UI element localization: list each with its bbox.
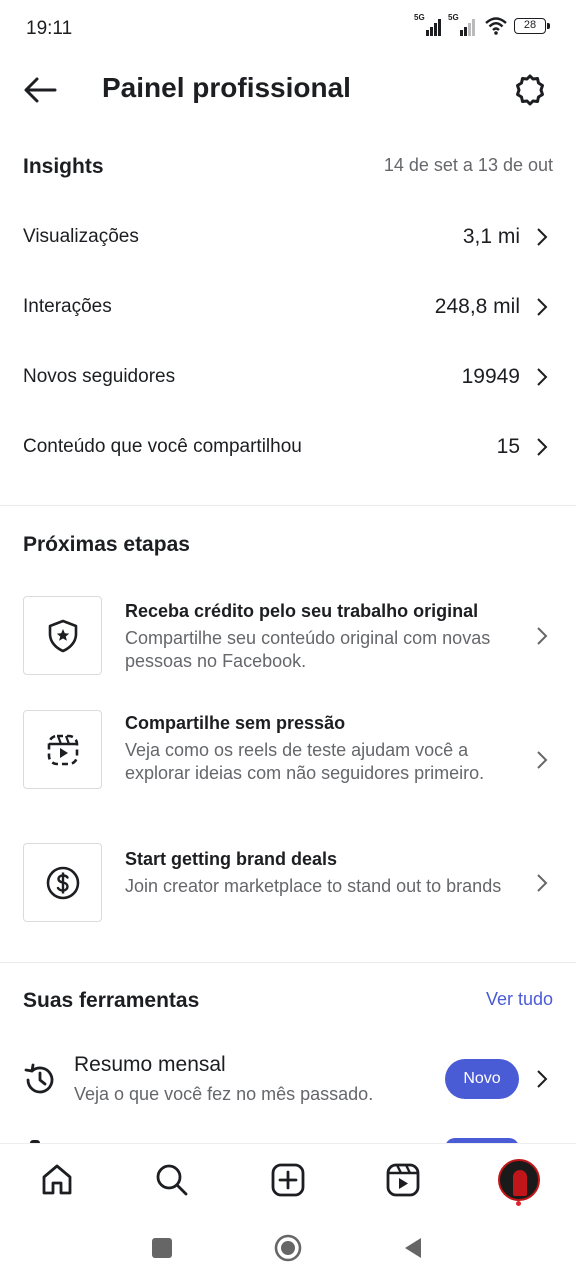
reels-icon [386,1163,420,1197]
step-description: Veja como os reels de teste ajudam você … [125,740,485,783]
home-icon [42,1164,72,1195]
chevron-right-icon [537,298,548,316]
date-range[interactable]: 14 de set a 13 de out [384,155,553,176]
tool-description: Veja o que você fez no mês passado. [74,1084,374,1104]
create-icon [271,1163,305,1197]
step-item-brand-deals[interactable]: Start getting brand deals Join creator m… [0,843,576,923]
chevron-right-icon [537,1070,548,1088]
network-type-label: 5G [414,13,425,22]
metric-label: Novos seguidores [23,366,176,387]
header: Painel profissional [0,56,576,124]
cell-signal-icon: 5G [448,13,478,36]
bottom-nav [0,1143,576,1217]
notification-dot [516,1201,521,1206]
metric-label: Visualizações [23,226,139,247]
step-icon-box [23,710,102,789]
avatar [498,1159,540,1201]
next-steps-title: Próximas etapas [23,533,190,556]
step-description: Join creator marketplace to stand out to… [125,876,502,896]
wifi-icon [485,17,507,35]
chevron-right-icon [537,627,548,645]
back-system-button[interactable] [398,1233,428,1263]
step-title: Compartilhe sem pressão [125,713,346,733]
status-time: 19:11 [26,18,73,39]
metric-value: 15 [496,435,520,458]
battery-icon: 28 [514,18,550,34]
step-item-trial-reels[interactable]: Compartilhe sem pressão Veja como os ree… [0,710,576,810]
page-title: Painel profissional [102,72,351,103]
network-type-label: 5G [448,13,459,22]
divider [0,505,576,506]
status-icons: 5G 5G 28 [414,13,550,36]
dollar-icon [46,866,79,899]
history-icon [24,1063,54,1094]
chevron-right-icon [537,368,548,386]
metric-row-views[interactable]: Visualizações 3,1 mi [0,202,576,272]
nav-reels[interactable] [383,1160,423,1200]
nav-profile[interactable] [497,1158,541,1202]
metric-label: Conteúdo que você compartilhou [23,436,302,457]
metric-value: 248,8 mil [434,295,520,318]
nav-create[interactable] [268,1160,308,1200]
metric-value: 19949 [461,365,520,388]
cell-signal-icon: 5G [414,13,444,36]
search-icon [156,1164,188,1196]
new-badge: Novo [445,1059,519,1099]
settings-button[interactable] [510,70,550,110]
chevron-right-icon [537,874,548,892]
metric-value: 3,1 mi [462,225,520,248]
divider [0,962,576,963]
chevron-right-icon [537,228,548,246]
circle-icon [274,1234,302,1262]
chevron-right-icon [537,438,548,456]
step-title: Start getting brand deals [125,849,338,869]
triangle-back-icon [405,1238,421,1258]
step-icon-box [23,843,102,922]
see-all-link[interactable]: Ver tudo [486,989,553,1010]
home-system-button[interactable] [273,1233,303,1263]
nav-search[interactable] [152,1160,192,1200]
metric-label: Interações [23,296,112,317]
square-icon [152,1238,172,1258]
step-title: Receba crédito pelo seu trabalho origina… [125,601,479,621]
tools-title: Suas ferramentas [23,989,200,1012]
insights-title: Insights [23,155,104,178]
step-description: Compartilhe seu conteúdo original com no… [125,628,491,671]
back-button[interactable] [20,70,60,110]
back-arrow-icon [24,77,57,103]
step-item-original-credit[interactable]: Receba crédito pelo seu trabalho origina… [0,596,576,676]
gear-icon [516,74,544,106]
tool-title: Resumo mensal [74,1053,226,1076]
metric-row-interactions[interactable]: Interações 248,8 mil [0,272,576,342]
metric-row-new-followers[interactable]: Novos seguidores 19949 [0,342,576,412]
system-nav-bar [0,1217,576,1280]
chevron-right-icon [537,751,548,769]
shield-star-icon [48,619,77,652]
metric-row-shared-content[interactable]: Conteúdo que você compartilhou 15 [0,412,576,482]
reels-trial-icon [47,734,78,765]
status-bar: 19:11 5G 5G 28 [0,0,576,56]
step-icon-box [23,596,102,675]
nav-home[interactable] [37,1160,77,1200]
recents-button[interactable] [147,1233,177,1263]
